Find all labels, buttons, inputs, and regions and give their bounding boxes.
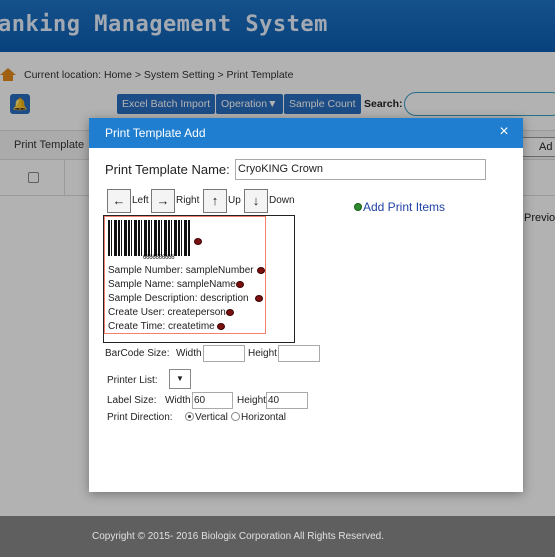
move-left-button[interactable]: ← <box>107 189 131 213</box>
preview-field-create-user[interactable]: Create User: createperson <box>108 307 226 318</box>
barcode-size-label: BarCode Size: <box>105 348 170 359</box>
vertical-label: Vertical <box>195 412 228 423</box>
printer-list-label: Printer List: <box>107 375 158 386</box>
preview-field-sample-name[interactable]: Sample Name: sampleName <box>108 279 236 290</box>
label-area: 6666666666 Sample Number: sampleNumber S… <box>104 216 266 334</box>
direction-vertical-option[interactable]: Vertical <box>185 412 228 423</box>
move-right-button[interactable]: → <box>151 189 175 213</box>
barcode-drag-handle[interactable] <box>194 238 202 245</box>
barcode-width-label: Width <box>176 348 202 359</box>
print-direction-label: Print Direction: <box>107 412 173 423</box>
barcode-number: 6666666666 <box>143 255 175 261</box>
dialog-title: Print Template Add <box>105 126 206 140</box>
create-time-drag-handle[interactable] <box>217 323 225 330</box>
label-height-label: Height <box>237 395 266 406</box>
label-width-input[interactable]: 60 <box>192 392 233 409</box>
template-name-label: Print Template Name: <box>105 162 230 177</box>
sample-number-drag-handle[interactable] <box>257 267 265 274</box>
close-icon[interactable]: × <box>495 123 513 141</box>
horizontal-radio[interactable] <box>231 412 240 421</box>
template-name-input[interactable]: CryoKING Crown <box>235 159 486 180</box>
add-print-items-link[interactable]: Add Print Items <box>354 200 445 214</box>
dialog-header: Print Template Add × <box>89 118 523 148</box>
move-left-label: Left <box>132 195 149 206</box>
preview-field-create-time[interactable]: Create Time: createtime <box>108 321 215 332</box>
move-down-button[interactable]: ↓ <box>244 189 268 213</box>
add-print-items-label: Add Print Items <box>363 200 446 214</box>
label-width-label: Width <box>165 395 191 406</box>
print-template-add-dialog: Print Template Add × Print Template Name… <box>89 118 523 492</box>
add-icon <box>354 203 362 211</box>
move-down-label: Down <box>269 195 295 206</box>
printer-list-select[interactable]: ▼ <box>169 369 191 389</box>
direction-horizontal-option[interactable]: Horizontal <box>231 412 286 423</box>
footer: Copyright © 2015- 2016 Biologix Corporat… <box>0 516 555 557</box>
move-right-label: Right <box>176 195 200 206</box>
barcode-height-label: Height <box>248 348 277 359</box>
barcode-graphic[interactable] <box>108 220 190 256</box>
label-size-label: Label Size: <box>107 395 157 406</box>
move-up-label: Up <box>228 195 241 206</box>
barcode-width-input[interactable] <box>203 345 245 362</box>
description-drag-handle[interactable] <box>255 295 263 302</box>
vertical-radio[interactable] <box>185 412 194 421</box>
create-user-drag-handle[interactable] <box>226 309 234 316</box>
horizontal-label: Horizontal <box>241 412 287 423</box>
copyright-text: Copyright © 2015- 2016 Biologix Corporat… <box>92 531 384 542</box>
preview-field-sample-description[interactable]: Sample Description: description <box>108 293 249 304</box>
preview-field-sample-number[interactable]: Sample Number: sampleNumber <box>108 265 254 276</box>
barcode-height-input[interactable] <box>278 345 320 362</box>
label-preview-canvas[interactable]: 6666666666 Sample Number: sampleNumber S… <box>103 215 295 343</box>
move-up-button[interactable]: ↑ <box>203 189 227 213</box>
label-height-input[interactable]: 40 <box>266 392 308 409</box>
sample-name-drag-handle[interactable] <box>236 281 244 288</box>
